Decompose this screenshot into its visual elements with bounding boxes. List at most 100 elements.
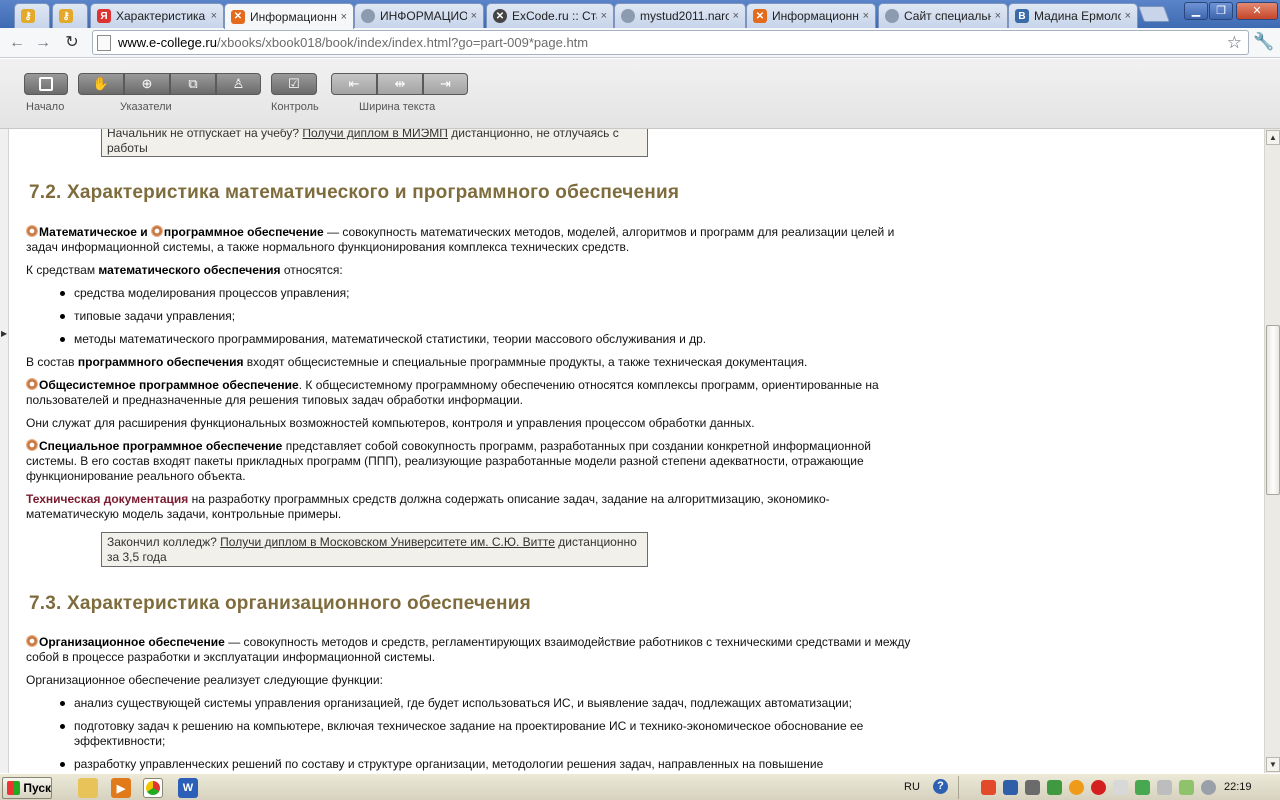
- minimize-button[interactable]: ▁: [1184, 2, 1208, 20]
- sun-icon[interactable]: [1069, 780, 1084, 795]
- paragraph-system-software: Общесистемное программное обеспечение. К…: [26, 378, 916, 408]
- vertical-scrollbar[interactable]: ▲ ▼: [1264, 129, 1280, 773]
- pointer-copy-button[interactable]: ⧉: [170, 73, 216, 95]
- vk-icon: B: [1015, 9, 1029, 23]
- sidebar-toggle[interactable]: ▶: [0, 129, 9, 773]
- update-icon[interactable]: [1047, 780, 1062, 795]
- signal-icon[interactable]: [1179, 780, 1194, 795]
- wrench-icon[interactable]: 🔧: [1253, 32, 1274, 52]
- explorer-icon[interactable]: [78, 778, 98, 798]
- math-means-list: средства моделирования процессов управле…: [60, 286, 916, 347]
- text-width-label: Ширина текста: [359, 101, 436, 113]
- tab-madina[interactable]: B Мадина Ермолов ×: [1008, 3, 1138, 28]
- term: Математическое и: [39, 225, 151, 239]
- paragraph-text: К средствам: [26, 263, 99, 277]
- section-title-7-3: 7.3. Характеристика организационного обе…: [29, 593, 531, 614]
- ad-link[interactable]: Получи диплом в Московском Университете …: [220, 535, 555, 549]
- tab-title: Мадина Ермолов: [1034, 9, 1121, 23]
- hand-icon: ✋: [92, 76, 110, 91]
- text-width-narrow-button[interactable]: ⇤: [331, 73, 377, 95]
- pointer-target-button[interactable]: ⊕: [124, 73, 170, 95]
- settings-icon[interactable]: [1025, 780, 1040, 795]
- word-icon[interactable]: W: [178, 778, 198, 798]
- pointer-person-button[interactable]: ♙: [216, 73, 261, 95]
- paragraph-org-support: Организационное обеспечение — совокупнос…: [26, 635, 916, 665]
- start-button[interactable]: Пуск: [2, 777, 52, 799]
- paragraph-org-functions: Организационное обеспечение реализует сл…: [26, 673, 383, 687]
- reload-button[interactable]: ↻: [61, 33, 83, 53]
- close-icon[interactable]: ×: [471, 10, 477, 22]
- tab-sait-specialn[interactable]: Сайт специальн ×: [878, 3, 1008, 28]
- antivirus-icon[interactable]: [981, 780, 996, 795]
- bookmark-star-icon[interactable]: ☆: [1227, 33, 1242, 53]
- tab-pinned-1[interactable]: ⚷: [14, 3, 50, 28]
- close-icon[interactable]: ×: [863, 10, 869, 22]
- list-item: методы математического программирования,…: [60, 332, 916, 347]
- page-content: Начальник не отпускает на учебу? Получи …: [0, 129, 1264, 773]
- scroll-up-button[interactable]: ▲: [1266, 130, 1280, 145]
- volume-icon[interactable]: [1201, 780, 1216, 795]
- close-icon[interactable]: ×: [1125, 10, 1131, 22]
- tab-mystud[interactable]: mystud2011.naro ×: [614, 3, 746, 28]
- checkbox-icon: ☑: [288, 76, 300, 91]
- control-button[interactable]: ☑: [271, 73, 317, 95]
- media-player-icon[interactable]: ▶: [111, 778, 131, 798]
- paragraph-tech-docs: Техническая документация на разработку п…: [26, 492, 916, 522]
- new-tab-button[interactable]: [1138, 6, 1170, 22]
- term: Общесистемное программное обеспечение: [39, 378, 299, 392]
- gear-icon: [26, 635, 38, 647]
- paragraph-math-means: К средствам математического обеспечения …: [26, 263, 916, 278]
- list-item: разработку управленческих решений по сос…: [60, 757, 916, 772]
- tab-informacionnye-2[interactable]: ✕ Информационнь ×: [746, 3, 876, 28]
- list-item: типовые задачи управления;: [60, 309, 916, 324]
- gear-icon: [150, 225, 163, 237]
- security-icon[interactable]: [1135, 780, 1150, 795]
- close-icon[interactable]: ×: [601, 10, 607, 22]
- paragraph-software-composition: В состав программного обеспечения входят…: [26, 355, 916, 370]
- help-icon[interactable]: ?: [933, 779, 948, 794]
- scroll-thumb[interactable]: [1266, 325, 1280, 495]
- yandex-icon: Я: [97, 9, 111, 23]
- close-icon[interactable]: ×: [995, 10, 1001, 22]
- tab-title: Сайт специальн: [904, 9, 991, 23]
- scroll-down-button[interactable]: ▼: [1266, 757, 1280, 772]
- opera-icon[interactable]: [1091, 780, 1106, 795]
- tab-informacionnye-active[interactable]: ✕ Информационнь ×: [224, 3, 354, 29]
- ad-text: Закончил колледж?: [107, 535, 221, 549]
- page-icon: [97, 34, 111, 51]
- language-indicator[interactable]: RU: [904, 781, 920, 793]
- home-button[interactable]: [24, 73, 68, 95]
- key-icon: ⚷: [59, 9, 73, 23]
- clock: 22:19: [1224, 781, 1252, 793]
- tab-excode[interactable]: ✕ ExCode.ru :: Ста ×: [486, 3, 614, 28]
- tab-harakteristika[interactable]: Я Характеристика ×: [90, 3, 224, 28]
- close-icon[interactable]: ×: [733, 10, 739, 22]
- forward-button[interactable]: →: [32, 33, 54, 53]
- text-width-wide-button[interactable]: ⇥: [423, 73, 468, 95]
- tab-title: ИНФОРМАЦИОНН: [380, 9, 467, 23]
- back-button[interactable]: ←: [6, 33, 28, 53]
- close-icon[interactable]: ×: [341, 11, 347, 23]
- pointer-hand-button[interactable]: ✋: [78, 73, 124, 95]
- flag-icon[interactable]: [1113, 780, 1128, 795]
- paragraph-math-software: Математическое и программное обеспечение…: [26, 225, 916, 255]
- usb-icon[interactable]: [1157, 780, 1172, 795]
- reader-toolbar: Начало ✋ ⊕ ⧉ ♙ Указатели ☑ Контроль ⇤ ⇹ …: [0, 59, 1280, 129]
- address-bar[interactable]: www.e-college.ru/xbooks/xbook018/book/in…: [92, 30, 1249, 55]
- tab-pinned-2[interactable]: ⚷: [52, 3, 88, 28]
- chrome-icon[interactable]: [143, 778, 163, 798]
- ad-link[interactable]: Получи диплом в МИЭМП: [302, 129, 448, 140]
- network-icon[interactable]: [1003, 780, 1018, 795]
- person-icon: ♙: [232, 76, 245, 91]
- maximize-button[interactable]: ❐: [1209, 2, 1233, 20]
- paragraph-text: относятся:: [280, 263, 343, 277]
- tab-informacionn-caps[interactable]: ИНФОРМАЦИОНН ×: [354, 3, 484, 28]
- term: Специальное программное обеспечение: [39, 439, 283, 453]
- text-width-medium-button[interactable]: ⇹: [377, 73, 423, 95]
- gear-icon: [26, 439, 38, 451]
- url-host: www.e-college.ru: [118, 35, 217, 50]
- window-close-button[interactable]: ✕: [1236, 2, 1278, 20]
- align-left-arrow-icon: ⇤: [348, 76, 360, 91]
- close-icon[interactable]: ×: [211, 10, 217, 22]
- paragraph-text: входят общесистемные и специальные прогр…: [243, 355, 808, 369]
